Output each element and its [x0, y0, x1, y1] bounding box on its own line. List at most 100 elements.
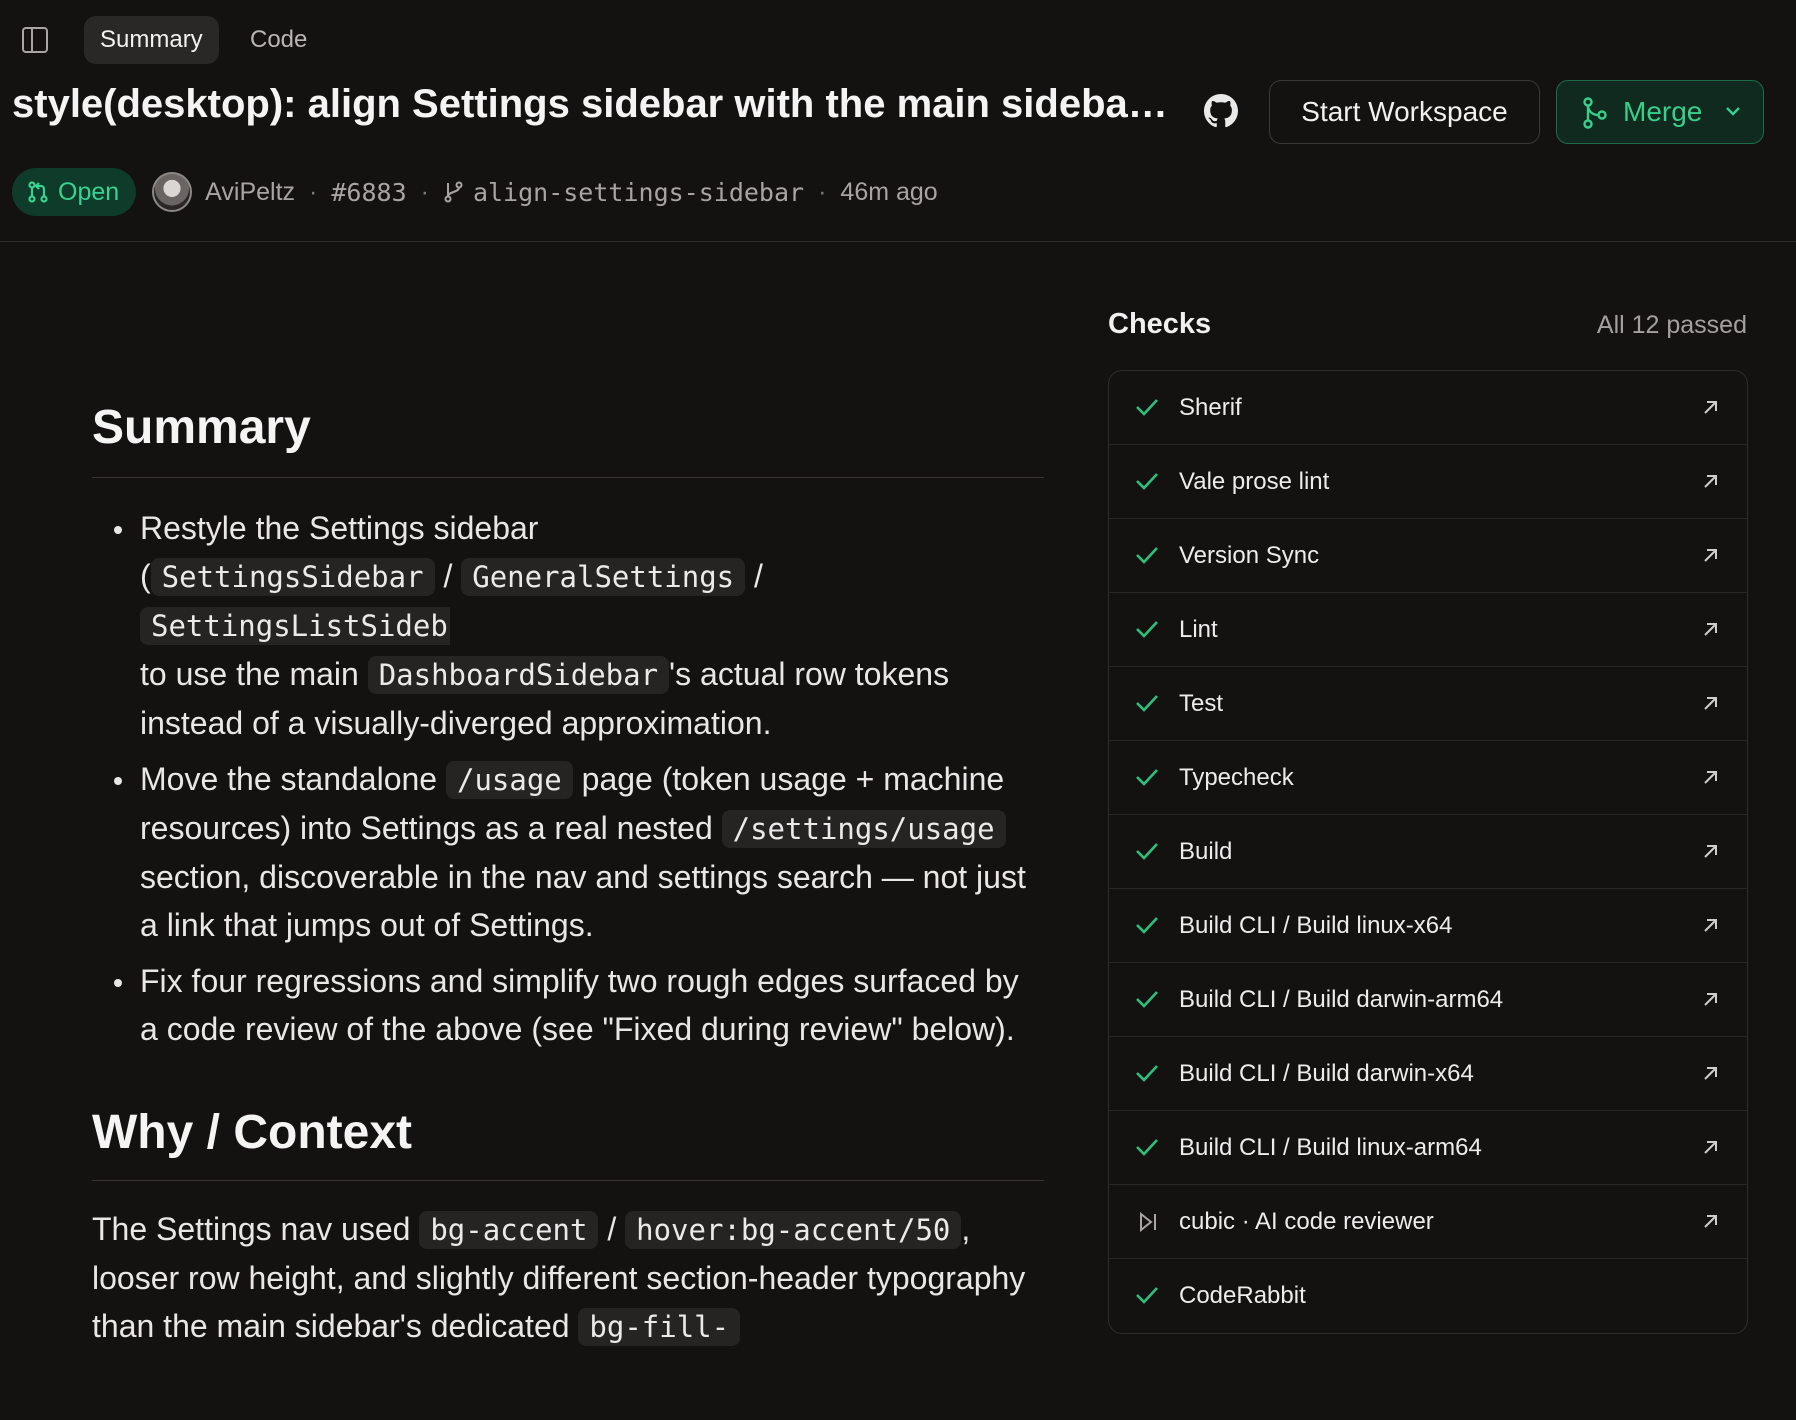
inline-code: DashboardSidebar	[367, 656, 670, 694]
external-link-icon[interactable]	[1702, 917, 1719, 934]
external-link-icon[interactable]	[1702, 769, 1719, 786]
check-icon	[1136, 843, 1158, 860]
external-link-icon[interactable]	[1702, 695, 1719, 712]
branch-name[interactable]: align-settings-sidebar	[473, 178, 804, 207]
check-row[interactable]: Build	[1109, 815, 1747, 889]
check-row[interactable]: cubic · AI code reviewer	[1109, 1185, 1747, 1259]
check-name: Test	[1179, 689, 1224, 717]
github-icon[interactable]	[1204, 94, 1238, 128]
check-icon	[1136, 399, 1158, 416]
check-row[interactable]: Vale prose lint	[1109, 445, 1747, 519]
timestamp: 46m ago	[840, 177, 938, 206]
check-row[interactable]: Build CLI / Build darwin-arm64	[1109, 963, 1747, 1037]
inline-code: GeneralSettings	[461, 558, 746, 596]
status-badge: Open	[12, 168, 137, 216]
git-pull-request-icon	[28, 181, 48, 203]
check-icon	[1136, 1065, 1158, 1082]
page-title: style(desktop): align Settings sidebar w…	[12, 82, 1172, 126]
start-workspace-button[interactable]: Start Workspace	[1269, 80, 1540, 144]
check-row[interactable]: Test	[1109, 667, 1747, 741]
check-name: Sherif	[1179, 393, 1242, 421]
context-paragraph: The Settings nav used bg-accent / hover:…	[92, 1205, 1044, 1351]
text: /	[443, 558, 453, 594]
inline-code: SettingsSidebar	[150, 558, 435, 596]
external-link-icon[interactable]	[1702, 621, 1719, 638]
status-label: Open	[58, 177, 120, 206]
check-name: Build	[1179, 837, 1233, 865]
pr-number[interactable]: #6883	[331, 178, 406, 207]
text: section, discoverable in the nav and set…	[140, 859, 1026, 943]
list-item: Restyle the Settings sidebar (SettingsSi…	[114, 504, 1044, 747]
external-link-icon[interactable]	[1702, 399, 1719, 416]
inline-code: /usage	[445, 761, 573, 799]
checks-list: Sherif Vale prose lint Version Sync Lint Tes…	[1108, 370, 1748, 1334]
tab-code[interactable]: Code	[234, 16, 323, 64]
check-icon	[1136, 1287, 1158, 1304]
check-icon	[1136, 473, 1158, 490]
skip-icon	[1140, 1211, 1156, 1233]
list-item: Fix four regressions and simplify two ro…	[114, 957, 1044, 1053]
check-icon	[1136, 547, 1158, 564]
avatar[interactable]	[152, 172, 193, 212]
meta-separator: ·	[420, 177, 429, 206]
check-icon	[1136, 695, 1158, 712]
git-branch-icon	[444, 181, 463, 203]
check-row[interactable]: Typecheck	[1109, 741, 1747, 815]
check-name: Build CLI / Build linux-arm64	[1179, 1133, 1482, 1161]
check-icon	[1136, 991, 1158, 1008]
pr-header: Summary Code style(desktop): align Setti…	[0, 0, 1796, 242]
check-row[interactable]: Lint	[1109, 593, 1747, 667]
text: Move the standalone	[140, 761, 438, 797]
external-link-icon[interactable]	[1702, 1213, 1719, 1230]
check-name: Version Sync	[1179, 541, 1320, 569]
sidebar-toggle-icon[interactable]	[22, 27, 48, 53]
summary-heading: Summary	[92, 400, 1044, 478]
check-row[interactable]: Build CLI / Build linux-arm64	[1109, 1111, 1747, 1185]
inline-code: hover:bg-accent/50	[625, 1211, 962, 1249]
check-icon	[1136, 917, 1158, 934]
text: /	[607, 1211, 617, 1247]
check-name: Build CLI / Build linux-x64	[1179, 911, 1453, 939]
text: The Settings nav used	[92, 1211, 411, 1247]
inline-code: bg-fill-	[578, 1308, 741, 1346]
chevron-down-icon[interactable]	[1725, 105, 1741, 117]
check-row[interactable]: Build CLI / Build darwin-x64	[1109, 1037, 1747, 1111]
check-name: Build CLI / Build darwin-x64	[1179, 1059, 1474, 1087]
tab-summary[interactable]: Summary	[84, 16, 219, 64]
check-name: cubic · AI code reviewer	[1179, 1207, 1434, 1235]
pr-meta: Open AviPeltz · #6883 · align-settings-s…	[12, 168, 938, 216]
external-link-icon[interactable]	[1702, 991, 1719, 1008]
check-name: Vale prose lint	[1179, 467, 1330, 495]
check-name: Lint	[1179, 615, 1218, 643]
summary-list: Restyle the Settings sidebar (SettingsSi…	[92, 504, 1044, 1053]
merge-button[interactable]: Merge	[1556, 80, 1764, 144]
check-icon	[1136, 769, 1158, 786]
text: Restyle the Settings sidebar	[140, 510, 539, 546]
check-icon	[1136, 621, 1158, 638]
text: (	[140, 558, 151, 594]
check-icon	[1136, 1139, 1158, 1156]
text: to use the main	[140, 656, 359, 692]
merge-label: Merge	[1623, 96, 1703, 127]
check-row[interactable]: CodeRabbit	[1109, 1259, 1747, 1333]
check-name: CodeRabbit	[1179, 1282, 1306, 1309]
check-row[interactable]: Version Sync	[1109, 519, 1747, 593]
external-link-icon[interactable]	[1702, 1065, 1719, 1082]
external-link-icon[interactable]	[1702, 473, 1719, 490]
check-name: Typecheck	[1179, 763, 1294, 791]
external-link-icon[interactable]	[1702, 843, 1719, 860]
check-name: Build CLI / Build darwin-arm64	[1179, 985, 1504, 1013]
check-row[interactable]: Sherif	[1109, 371, 1747, 445]
external-link-icon[interactable]	[1702, 1139, 1719, 1156]
text: Fix four regressions and simplify two ro…	[140, 963, 1019, 1047]
text: /	[754, 558, 763, 594]
inline-code: bg-accent	[419, 1211, 599, 1249]
inline-code: /settings/usage	[721, 810, 1006, 848]
author-name[interactable]: AviPeltz	[205, 178, 295, 207]
pr-description: Summary Restyle the Settings sidebar (Se…	[92, 400, 1044, 1351]
check-row[interactable]: Build CLI / Build linux-x64	[1109, 889, 1747, 963]
external-link-icon[interactable]	[1702, 547, 1719, 564]
checks-summary: All 12 passed	[1596, 311, 1747, 339]
meta-separator: ·	[309, 177, 318, 206]
meta-separator: ·	[818, 177, 827, 206]
